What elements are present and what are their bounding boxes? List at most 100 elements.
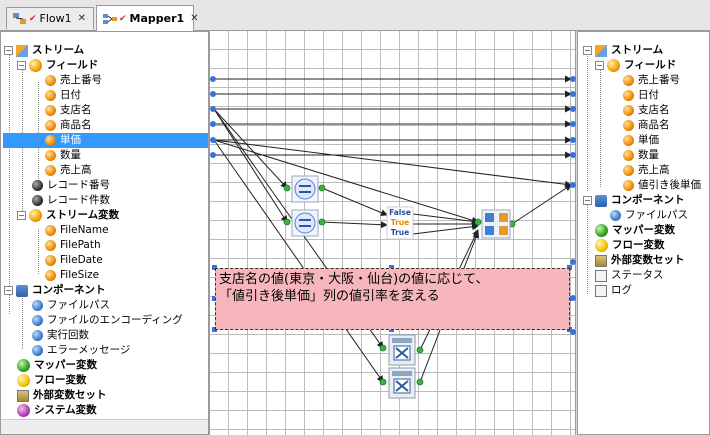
component-label: コンポーネント [32, 284, 106, 296]
component-prop-icon [610, 210, 621, 221]
left-component-node[interactable]: − コンポーネント [4, 283, 106, 298]
field-label: 日付 [638, 89, 659, 101]
left-component-item[interactable]: エラーメッセージ [32, 343, 130, 358]
system-var-label: システム変数 [34, 404, 97, 416]
left-mapper-var-node[interactable]: マッパー変数 [17, 358, 97, 373]
right-log-node[interactable]: ログ [595, 283, 632, 298]
switch-node-labels: False True True [387, 208, 413, 238]
editor-tab-bar: ✔ Flow1 ✕ ✔ Mapper1 ✕ [0, 0, 710, 31]
field-label: 日付 [60, 89, 81, 101]
collapse-icon[interactable]: − [595, 61, 604, 70]
stream-var-item-label: FileDate [60, 254, 103, 266]
tree-guide-line [587, 51, 588, 191]
collapse-icon[interactable]: − [583, 196, 592, 205]
field-group-icon [29, 59, 42, 72]
field-label: 売上番号 [638, 74, 680, 86]
right-component-item[interactable]: ファイルパス [610, 208, 688, 223]
field-icon [623, 135, 634, 146]
field-label: 売上高 [638, 164, 670, 176]
record-icon [32, 195, 43, 206]
system-var-icon [17, 404, 30, 417]
right-field-item[interactable]: 単価 [623, 133, 659, 148]
left-variable-tree-panel: − ストリーム − フィールド 売上番号 日付 支店名 商品名 単価 数量 売上… [0, 31, 209, 435]
component-prop-icon [32, 345, 43, 356]
right-field-item[interactable]: 値引き後単価 [623, 178, 701, 193]
field-label: 支店名 [60, 104, 92, 116]
left-component-item[interactable]: ファイルパス [32, 298, 110, 313]
left-flow-var-node[interactable]: フロー変数 [17, 373, 87, 388]
right-variable-tree-panel: − ストリーム − フィールド 売上番号 日付 支店名 商品名 単価 数量 売上… [577, 31, 710, 435]
collapse-icon[interactable]: − [17, 61, 26, 70]
switch-true-label-2: True [390, 228, 410, 237]
collapse-icon[interactable]: − [17, 211, 26, 220]
stream-icon [595, 44, 607, 57]
right-external-var-node[interactable]: 外部変数セット [595, 253, 685, 268]
right-field-item[interactable]: 支店名 [623, 103, 670, 118]
right-mapper-var-node[interactable]: マッパー変数 [595, 223, 675, 238]
left-component-item[interactable]: ファイルのエンコーディング [32, 313, 183, 328]
field-label: 単価 [60, 134, 81, 146]
left-field-item[interactable]: 支店名 [45, 103, 92, 118]
tab-flow1-close-icon[interactable]: ✕ [78, 13, 86, 24]
collapse-icon[interactable]: − [583, 46, 592, 55]
left-field-item[interactable]: 売上番号 [45, 73, 102, 88]
status-label: ステータス [611, 269, 664, 281]
left-field-item[interactable]: 数量 [45, 148, 81, 163]
right-stream-node[interactable]: − ストリーム [583, 43, 663, 58]
record-count-label: レコード件数 [47, 194, 110, 206]
field-icon [623, 180, 634, 191]
left-field-item-selected[interactable]: 単価 [3, 133, 208, 148]
right-field-item[interactable]: 日付 [623, 88, 659, 103]
right-status-node[interactable]: ステータス [595, 268, 664, 283]
external-var-label: 外部変数セット [611, 254, 685, 266]
left-stream-var-item[interactable]: FileSize [45, 268, 99, 283]
flow-icon [13, 12, 27, 25]
field-icon [45, 150, 56, 161]
component-prop-icon [32, 330, 43, 341]
stream-var-icon [29, 209, 42, 222]
right-flow-var-node[interactable]: フロー変数 [595, 238, 665, 253]
left-field-item[interactable]: 日付 [45, 88, 81, 103]
left-system-var-node[interactable]: システム変数 [17, 403, 97, 418]
canvas-comment-note[interactable]: 支店名の値(東京・大阪・仙台)の値に応じて、 「値引き後単価」列の値引率を変える [215, 268, 570, 330]
tab-mapper1[interactable]: ✔ Mapper1 ✕ [96, 5, 199, 31]
left-stream-var-item[interactable]: FileDate [45, 253, 103, 268]
field-label: 商品名 [60, 119, 92, 131]
mapper-icon [103, 13, 117, 25]
left-component-item[interactable]: 実行回数 [32, 328, 89, 343]
left-record-no-item[interactable]: レコード番号 [32, 178, 110, 193]
left-field-item[interactable]: 売上高 [45, 163, 92, 178]
left-record-count-item[interactable]: レコード件数 [32, 193, 110, 208]
left-field-item[interactable]: 商品名 [45, 118, 92, 133]
right-field-item[interactable]: 売上高 [623, 163, 670, 178]
left-stream-var-node[interactable]: − ストリーム変数 [17, 208, 119, 223]
variable-icon [45, 270, 56, 281]
external-var-icon [17, 389, 29, 402]
field-label: 売上番号 [60, 74, 102, 86]
right-stream-label: ストリーム [611, 44, 664, 56]
tab-flow1[interactable]: ✔ Flow1 ✕ [6, 7, 94, 29]
left-stream-var-item[interactable]: FileName [45, 223, 109, 238]
left-external-var-node[interactable]: 外部変数セット [17, 388, 107, 403]
collapse-icon[interactable]: − [4, 286, 13, 295]
field-icon [623, 105, 634, 116]
tree-guide-line [600, 67, 601, 187]
left-field-node[interactable]: − フィールド [17, 58, 98, 73]
tree-guide-line [9, 51, 10, 314]
field-label: 数量 [638, 149, 659, 161]
field-icon [45, 165, 56, 176]
field-label: 単価 [638, 134, 659, 146]
tab-mapper1-close-icon[interactable]: ✕ [190, 13, 198, 24]
right-component-node[interactable]: − コンポーネント [583, 193, 685, 208]
right-field-item[interactable]: 売上番号 [623, 73, 680, 88]
field-icon [45, 90, 56, 101]
collapse-icon[interactable]: − [4, 46, 13, 55]
flow-var-label: フロー変数 [34, 374, 87, 386]
left-stream-var-item[interactable]: FilePath [45, 238, 101, 253]
left-stream-node[interactable]: − ストリーム [4, 43, 84, 58]
right-field-node[interactable]: − フィールド [595, 58, 676, 73]
right-field-item[interactable]: 商品名 [623, 118, 670, 133]
left-horizontal-scrollbar[interactable] [1, 419, 208, 434]
right-field-item[interactable]: 数量 [623, 148, 659, 163]
flow-var-icon [595, 239, 608, 252]
